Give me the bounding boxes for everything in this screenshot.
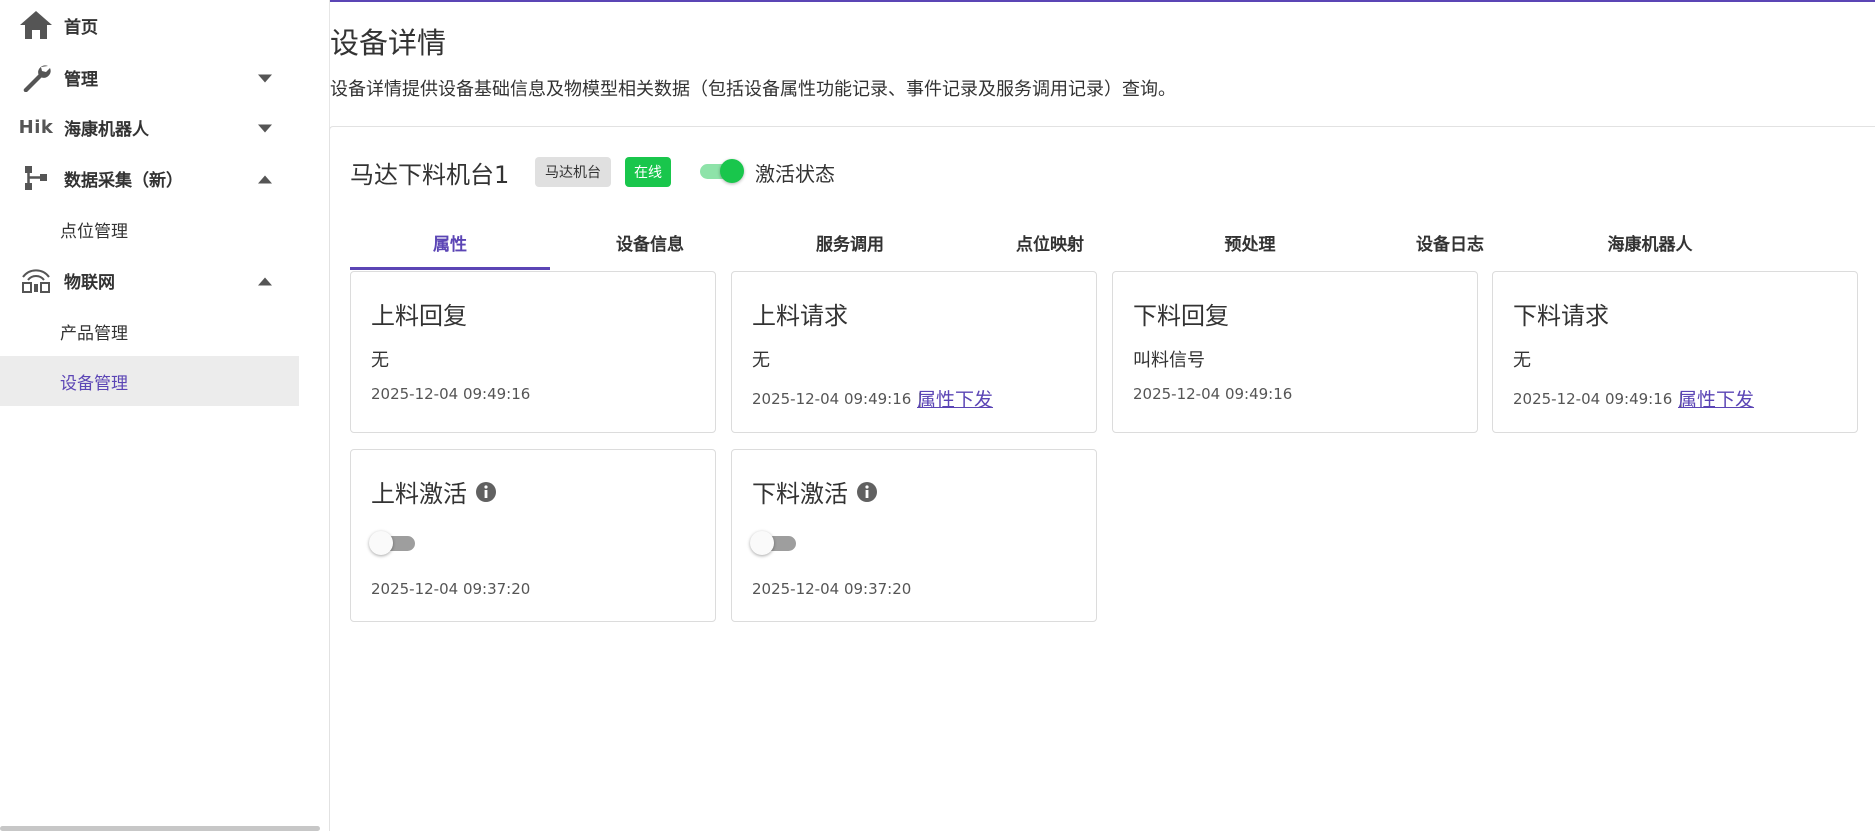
tab-service-call[interactable]: 服务调用 <box>750 215 950 270</box>
wrench-icon <box>18 62 54 92</box>
tab-label: 服务调用 <box>816 235 884 255</box>
sidebar-item-home[interactable]: 首页 <box>0 0 299 50</box>
iot-icon <box>18 265 54 295</box>
toggle-knob <box>750 531 774 555</box>
sidebar-item-label: 管理 <box>64 69 98 90</box>
toggle-knob <box>369 531 393 555</box>
page-title: 设备详情 <box>330 26 447 60</box>
discharge-activate-toggle[interactable] <box>750 529 798 557</box>
card-timestamp: 2025-12-04 09:37:20 <box>752 580 912 598</box>
tab-point-mapping[interactable]: 点位映射 <box>950 215 1150 270</box>
property-card-feed-reply: 上料回复 无 2025-12-04 09:49:16 <box>350 271 716 433</box>
card-title: 上料激活 <box>371 480 467 508</box>
card-value: 无 <box>1513 350 1531 371</box>
sidebar-item-label: 首页 <box>64 17 98 38</box>
device-tabs: 属性 设备信息 服务调用 点位映射 预处理 设备日志 海康机器人 <box>350 215 1693 270</box>
property-dispatch-link[interactable]: 属性下发 <box>1678 385 1754 412</box>
tab-properties[interactable]: 属性 <box>350 215 550 270</box>
device-model-chip: 马达机台 <box>535 157 611 187</box>
sidebar-item-label: 产品管理 <box>60 323 128 344</box>
chevron-up-icon <box>258 271 272 290</box>
sidebar-scrollbar[interactable] <box>0 826 320 831</box>
card-value: 无 <box>752 350 770 371</box>
active-status-label: 激活状态 <box>755 162 835 186</box>
tab-device-info[interactable]: 设备信息 <box>550 215 750 270</box>
sidebar-item-label: 物联网 <box>64 272 115 293</box>
card-time-text: 2025-12-04 09:49:16 <box>1513 390 1673 408</box>
sidebar: 首页 管理 Hik 海康机器人 数据采集（新） 点位管理 物联网 产品管理 设备… <box>0 0 330 831</box>
card-timestamp: 2025-12-04 09:49:16 <box>1133 385 1293 403</box>
card-title: 上料回复 <box>371 302 467 330</box>
toggle-knob <box>720 159 744 183</box>
info-icon[interactable] <box>475 481 497 503</box>
hierarchy-icon <box>18 163 54 193</box>
home-icon <box>18 10 54 40</box>
card-title-row: 下料激活 <box>752 474 878 509</box>
property-card-discharge-request: 下料请求 无 2025-12-04 09:49:16 | 属性下发 <box>1492 271 1858 433</box>
card-time-text: 2025-12-04 09:49:16 <box>752 390 912 408</box>
tab-hik-robot[interactable]: 海康机器人 <box>1550 215 1750 270</box>
hik-logo-icon: Hik <box>18 116 54 138</box>
card-title: 下料激活 <box>752 480 848 508</box>
active-status-toggle[interactable] <box>698 159 744 183</box>
sidebar-item-device-management[interactable]: 设备管理 <box>0 356 299 406</box>
property-card-discharge-reply: 下料回复 叫料信号 2025-12-04 09:49:16 <box>1112 271 1478 433</box>
card-value: 无 <box>371 350 389 371</box>
page-description: 设备详情提供设备基础信息及物模型相关数据（包括设备属性功能记录、事件记录及服务调… <box>330 79 1176 100</box>
tab-device-log[interactable]: 设备日志 <box>1350 215 1550 270</box>
tab-label: 属性 <box>433 235 467 255</box>
sidebar-item-product-management[interactable]: 产品管理 <box>0 306 299 356</box>
sidebar-item-label: 点位管理 <box>60 221 128 242</box>
sidebar-item-label: 设备管理 <box>60 373 128 394</box>
sidebar-item-hik-robot[interactable]: Hik 海康机器人 <box>0 102 299 152</box>
sidebar-item-iot[interactable]: 物联网 <box>0 255 299 305</box>
sidebar-item-point-management[interactable]: 点位管理 <box>0 204 299 254</box>
tab-label: 设备信息 <box>616 235 684 255</box>
chevron-down-icon <box>258 118 272 137</box>
property-card-feed-request: 上料请求 无 2025-12-04 09:49:16 | 属性下发 <box>731 271 1097 433</box>
sidebar-item-label: 数据采集（新） <box>64 170 183 191</box>
chevron-down-icon <box>258 68 272 87</box>
card-timestamp: 2025-12-04 09:49:16 <box>371 385 531 403</box>
tab-label: 设备日志 <box>1416 235 1484 255</box>
sidebar-item-manage[interactable]: 管理 <box>0 52 299 102</box>
property-card-feed-activate: 上料激活 2025-12-04 09:37:20 <box>350 449 716 622</box>
card-title: 上料请求 <box>752 302 848 330</box>
tab-preprocessing[interactable]: 预处理 <box>1150 215 1350 270</box>
card-timestamp: 2025-12-04 09:49:16 | <box>1513 390 1683 408</box>
tab-label: 预处理 <box>1224 235 1276 255</box>
card-value: 叫料信号 <box>1133 350 1205 371</box>
info-icon[interactable] <box>856 481 878 503</box>
tab-label: 海康机器人 <box>1607 235 1693 255</box>
status-badge: 在线 <box>625 157 671 187</box>
card-title-row: 上料激活 <box>371 474 497 509</box>
card-title: 下料请求 <box>1513 302 1609 330</box>
active-tab-indicator <box>350 267 550 270</box>
chevron-up-icon <box>258 169 272 188</box>
card-timestamp: 2025-12-04 09:49:16 | <box>752 390 922 408</box>
property-dispatch-link[interactable]: 属性下发 <box>917 385 993 412</box>
card-timestamp: 2025-12-04 09:37:20 <box>371 580 531 598</box>
sidebar-item-data-collection[interactable]: 数据采集（新） <box>0 153 299 203</box>
card-title: 下料回复 <box>1133 302 1229 330</box>
device-name: 马达下料机台1 <box>350 161 510 189</box>
tab-label: 点位映射 <box>1016 235 1084 255</box>
property-card-discharge-activate: 下料激活 2025-12-04 09:37:20 <box>731 449 1097 622</box>
sidebar-item-label: 海康机器人 <box>64 119 149 140</box>
feed-activate-toggle[interactable] <box>369 529 417 557</box>
